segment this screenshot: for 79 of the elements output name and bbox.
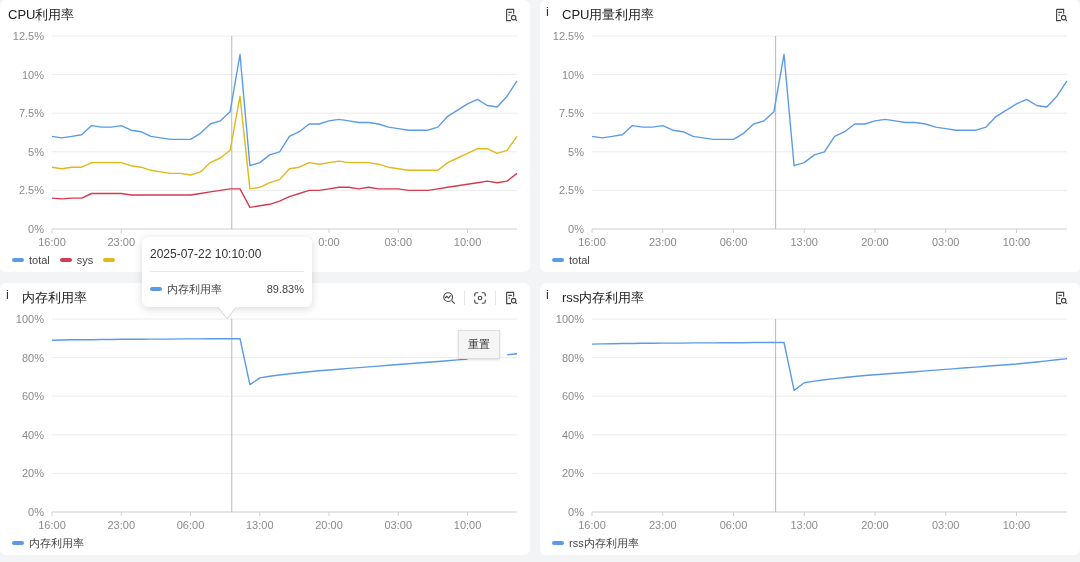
- legend-label[interactable]: rss内存利用率: [569, 534, 639, 552]
- chart-zoom-icon[interactable]: [442, 291, 456, 305]
- axis-label: 03:00: [384, 519, 413, 531]
- axis-label: 20:00: [861, 236, 889, 248]
- legend-swatch[interactable]: [12, 258, 24, 262]
- axis-label: 23:00: [649, 236, 677, 248]
- axis-label: 7.5%: [558, 107, 584, 120]
- axis-label: 100%: [555, 313, 584, 325]
- axis-label: 23:00: [649, 519, 677, 531]
- axis-label: 23:00: [107, 519, 135, 531]
- axis-label: 60%: [561, 390, 584, 403]
- info-mark[interactable]: i: [546, 2, 560, 22]
- axis-label: 06:00: [176, 519, 205, 531]
- axis-label: 10:00: [1002, 519, 1031, 531]
- axis-label: 16:00: [38, 236, 66, 248]
- legend-swatch[interactable]: [552, 258, 564, 262]
- document-search-icon[interactable]: [504, 8, 518, 22]
- axis-label: 0%: [28, 223, 44, 235]
- axis-label: 10:00: [1002, 236, 1031, 248]
- axis-label: 0:00: [318, 236, 340, 248]
- axis-label: 16:00: [578, 519, 606, 531]
- axis-label: 5%: [568, 145, 584, 158]
- panel-title: CPU利用率: [8, 6, 75, 25]
- axis-label: 20%: [21, 467, 44, 480]
- axis-label: 20:00: [861, 519, 889, 531]
- legend-swatch[interactable]: [12, 541, 24, 545]
- axis-label: 10:00: [453, 519, 482, 531]
- axis-label: 60%: [21, 390, 44, 403]
- axis-label: 23:00: [107, 236, 135, 248]
- tooltip-series: 内存利用率: [167, 282, 222, 297]
- document-search-icon[interactable]: [1054, 291, 1068, 305]
- tooltip-value: 89.83%: [266, 282, 304, 297]
- axis-label: 5%: [28, 145, 44, 158]
- axis-label: 80%: [21, 351, 44, 364]
- axis-label: 20:00: [315, 519, 343, 531]
- axis-label: 12.5%: [12, 30, 44, 42]
- axis-label: 13:00: [790, 236, 818, 248]
- legend-label[interactable]: 内存利用率: [29, 534, 84, 552]
- axis-label: 2.5%: [558, 184, 584, 197]
- legend-swatch[interactable]: [59, 258, 72, 262]
- axis-label: 7.5%: [18, 107, 44, 120]
- panel-title: 内存利用率: [22, 289, 87, 308]
- document-search-icon[interactable]: [1054, 8, 1068, 22]
- axis-label: 03:00: [931, 519, 960, 531]
- axis-label: 10%: [561, 68, 584, 81]
- legend-swatch[interactable]: [552, 541, 564, 545]
- legend-label[interactable]: total: [29, 251, 50, 269]
- legend-label[interactable]: sys: [76, 251, 94, 269]
- legend-label[interactable]: total: [569, 251, 590, 269]
- axis-label: 13:00: [246, 519, 274, 531]
- axis-label: 20%: [561, 467, 584, 480]
- axis-label: 100%: [15, 313, 44, 325]
- axis-label: 10:00: [453, 236, 482, 248]
- axis-label: 0%: [568, 506, 584, 518]
- axis-label: 80%: [561, 351, 584, 364]
- axis-label: 16:00: [38, 519, 66, 531]
- legend-swatch[interactable]: [103, 258, 116, 262]
- axis-label: 10%: [21, 68, 44, 81]
- reset-tooltip[interactable]: 重置: [458, 330, 500, 359]
- info-mark[interactable]: i: [546, 285, 560, 305]
- axis-label: 06:00: [719, 519, 748, 531]
- tooltip-time: 2025-07-22 10:10:00: [150, 237, 304, 272]
- axis-label: 40%: [561, 428, 584, 441]
- tooltip-pointer-icon: [218, 306, 236, 319]
- axis-label: 40%: [21, 428, 44, 441]
- axis-label: 12.5%: [552, 30, 584, 42]
- panel-title: rss内存利用率: [562, 289, 645, 308]
- axis-label: 0%: [28, 506, 44, 518]
- axis-label: 03:00: [931, 236, 960, 248]
- info-mark[interactable]: i: [6, 285, 20, 305]
- axis-label: 2.5%: [18, 184, 44, 197]
- panel-title: CPU用量利用率: [562, 6, 655, 25]
- target-icon[interactable]: [473, 291, 487, 305]
- axis-label: 13:00: [790, 519, 818, 531]
- axis-label: 06:00: [719, 236, 748, 248]
- axis-label: 16:00: [578, 236, 606, 248]
- document-search-icon[interactable]: [504, 291, 518, 305]
- axis-label: 03:00: [384, 236, 413, 248]
- axis-label: 0%: [568, 223, 584, 235]
